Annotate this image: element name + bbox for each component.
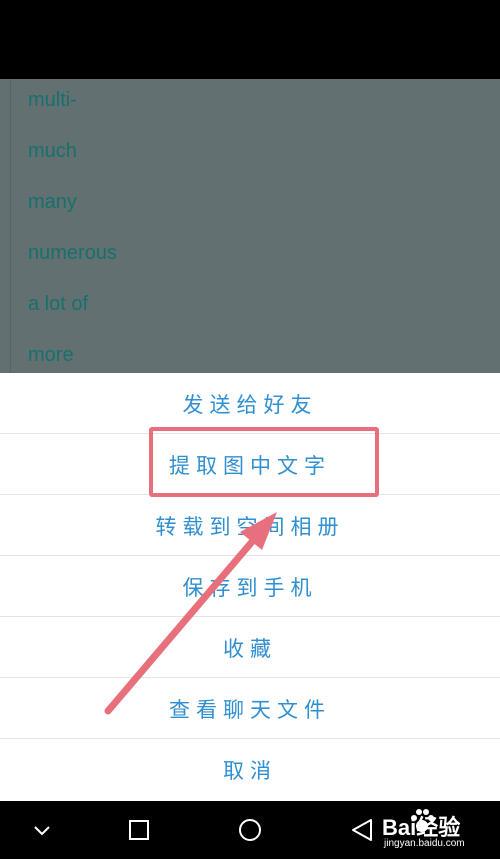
highlight-box [149, 427, 379, 497]
save-to-phone-option[interactable]: 保存到手机 [0, 556, 500, 617]
word-item: numerous [28, 242, 117, 264]
cancel-option[interactable]: 取消 [0, 739, 500, 800]
watermark-url: jingyan.baidu.com [384, 838, 465, 849]
status-bar [0, 0, 500, 79]
baidu-jingyan-watermark: Bai经验 jingyan.baidu.com [352, 808, 498, 856]
word-item: a lot of [28, 293, 89, 315]
word-item: multi- [28, 89, 77, 111]
list-edge-line [10, 79, 11, 373]
word-item: many [28, 191, 77, 213]
repost-album-option[interactable]: 转载到空间相册 [0, 495, 500, 556]
word-item: much [28, 140, 77, 162]
view-chat-files-option[interactable]: 查看聊天文件 [0, 678, 500, 739]
chevron-down-icon[interactable] [30, 818, 54, 842]
word-item: more [28, 344, 74, 366]
favorite-option[interactable]: 收藏 [0, 617, 500, 678]
dimmed-word-list: multi- much many numerous a lot of more [0, 79, 500, 373]
send-to-friend-option[interactable]: 发送给好友 [0, 373, 500, 434]
home-circle-icon[interactable] [237, 817, 263, 843]
recents-square-icon[interactable] [127, 818, 151, 842]
